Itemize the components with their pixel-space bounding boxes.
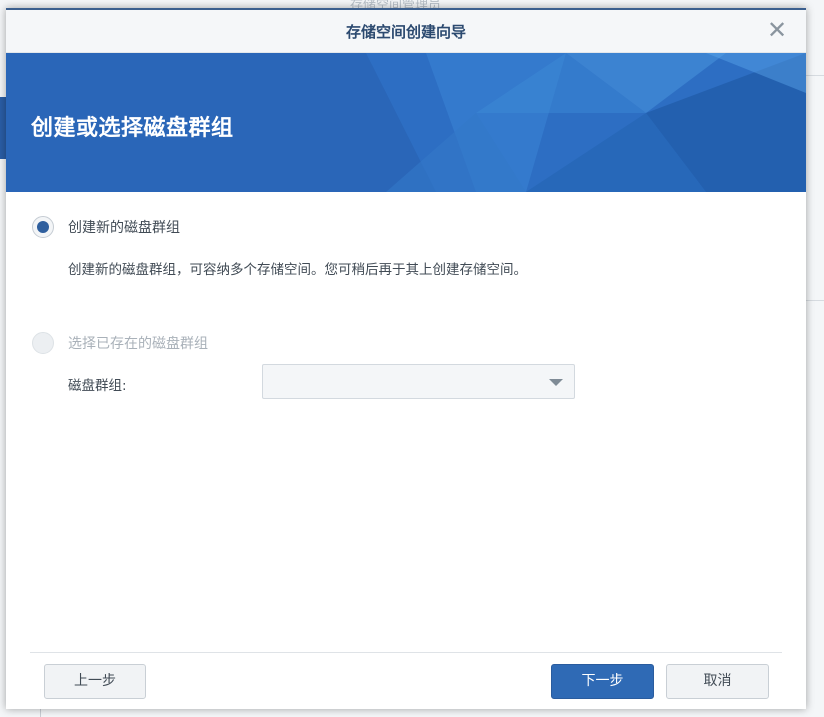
- previous-button[interactable]: 上一步: [44, 664, 146, 699]
- option-select-existing[interactable]: 选择已存在的磁盘群组: [32, 332, 208, 354]
- background-divider: [806, 75, 824, 76]
- create-new-label: 创建新的磁盘群组: [68, 220, 180, 236]
- radio-selected-dot-icon: [37, 221, 49, 233]
- option-create-new[interactable]: 创建新的磁盘群组: [32, 216, 180, 238]
- disk-group-field-label: 磁盘群组:: [68, 378, 127, 394]
- select-existing-label: 选择已存在的磁盘群组: [68, 336, 208, 352]
- cancel-button[interactable]: 取消: [666, 664, 769, 699]
- next-button[interactable]: 下一步: [551, 664, 654, 699]
- footer-divider: [30, 652, 782, 653]
- dialog-titlebar[interactable]: 存储空间创建向导 ✕: [6, 10, 806, 53]
- storage-wizard-dialog: 存储空间创建向导 ✕ 创建或选择磁盘群组 创建新的磁盘群组 创建新的磁盘群组，可…: [6, 8, 806, 709]
- background-divider: [40, 708, 41, 717]
- wizard-step-title: 创建或选择磁盘群组: [31, 116, 234, 141]
- create-new-radio[interactable]: [32, 216, 54, 238]
- dialog-title: 存储空间创建向导: [345, 23, 466, 41]
- chevron-down-icon: [549, 379, 563, 386]
- create-new-description: 创建新的磁盘群组，可容纳多个存储空间。您可稍后再于其上创建存储空间。: [68, 262, 527, 278]
- close-icon[interactable]: ✕: [764, 17, 790, 43]
- disk-group-select[interactable]: [262, 364, 575, 399]
- background-divider: [806, 300, 824, 301]
- wizard-banner: 创建或选择磁盘群组: [6, 53, 806, 192]
- select-existing-radio[interactable]: [32, 332, 54, 354]
